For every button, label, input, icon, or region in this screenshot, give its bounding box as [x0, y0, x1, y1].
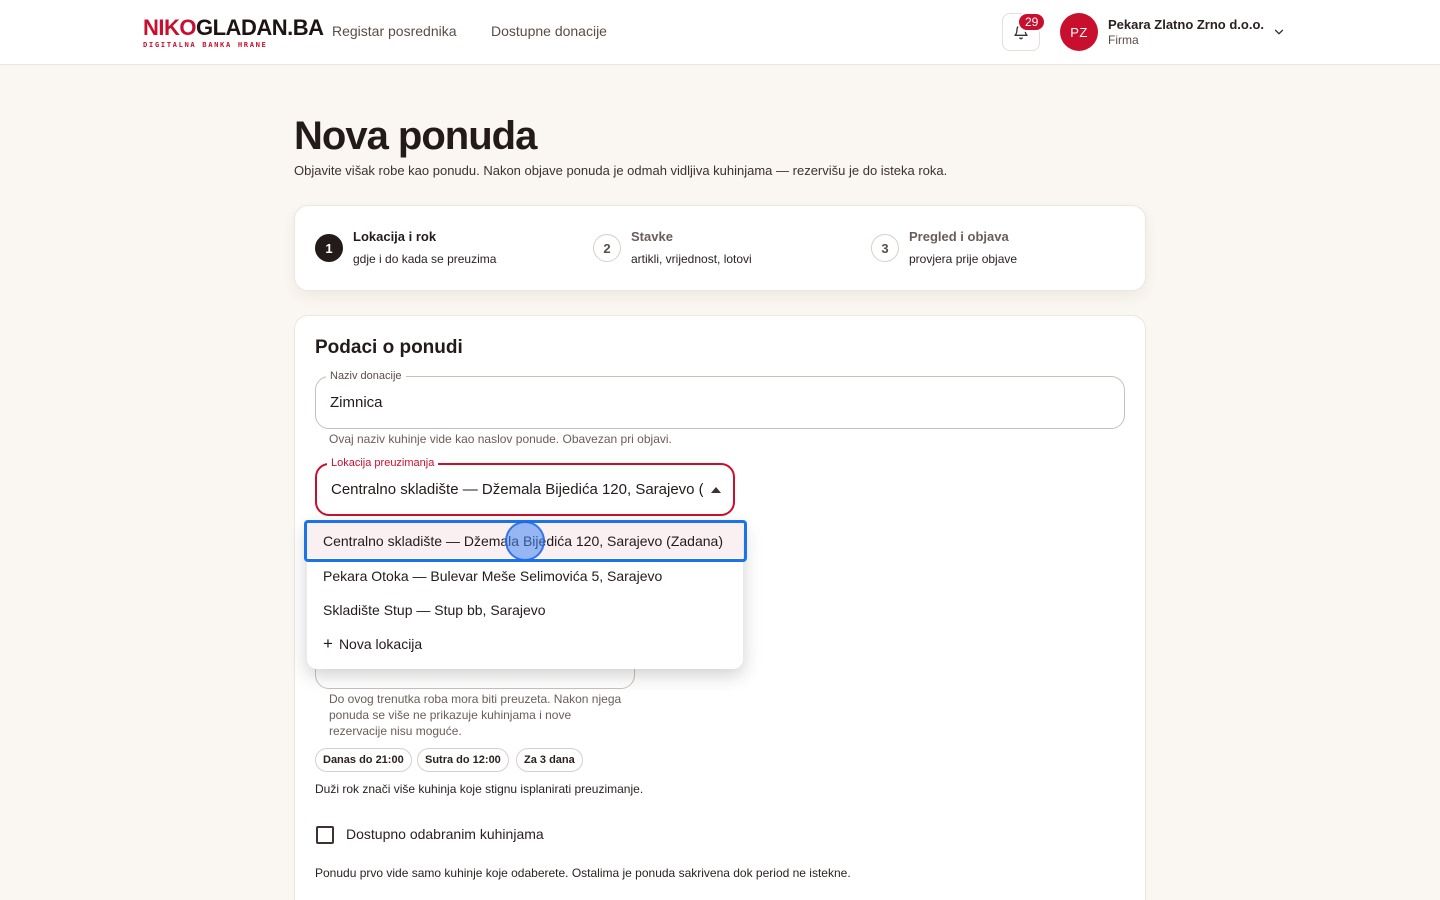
stepper: 1 Lokacija i rok gdje i do kada se preuz… — [294, 205, 1146, 291]
user-role: Firma — [1108, 33, 1139, 47]
step-description: provjera prije objave — [909, 252, 1018, 266]
step-lokacija[interactable]: 1 Lokacija i rok gdje i do kada se preuz… — [315, 206, 575, 292]
step-stavke[interactable]: 2 Stavke artikli, vrijednost, lotovi — [593, 206, 853, 292]
chip-tomorrow[interactable]: Sutra do 12:00 — [417, 748, 509, 772]
logo-part2: GLADAN.BA — [196, 15, 324, 40]
form-title: Podaci o ponudi — [315, 337, 463, 358]
logo[interactable]: NIKOGLADAN.BA DIGITALNA BANKA HRANE — [143, 17, 324, 50]
location-option[interactable]: Pekara Otoka — Bulevar Meše Selimovića 5… — [307, 558, 743, 593]
user-name[interactable]: Pekara Zlatno Zrno d.o.o. — [1108, 17, 1264, 32]
chevron-down-icon[interactable] — [1272, 25, 1286, 39]
field-value: Zimnica — [330, 394, 383, 411]
checkbox-note: Ponudu prvo vide samo kuhinje koje odabe… — [315, 866, 851, 880]
location-option[interactable]: Skladište Stup — Stup bb, Sarajevo — [307, 592, 743, 627]
logo-part1: NIKO — [143, 15, 197, 40]
donation-name-field[interactable]: Naziv donacije Zimnica — [315, 370, 1125, 429]
page-subtitle: Objavite višak robe kao ponudu. Nakon ob… — [294, 163, 948, 178]
avatar[interactable]: PZ — [1060, 13, 1098, 51]
add-location-option[interactable]: + Nova lokacija — [307, 626, 743, 661]
nav-dostupne-donacije[interactable]: Dostupne donacije — [491, 23, 607, 39]
step-pregled[interactable]: 3 Pregled i objava provjera prije objave — [871, 206, 1131, 292]
location-option[interactable]: Centralno skladište — Džemala Bijedića 1… — [307, 523, 743, 558]
step-description: gdje i do kada se preuzima — [353, 252, 497, 266]
chip-today[interactable]: Danas do 21:00 — [315, 748, 412, 772]
nav-registar-posrednika[interactable]: Registar posrednika — [332, 23, 457, 39]
selected-kitchens-checkbox[interactable] — [316, 826, 334, 844]
page-title: Nova ponuda — [294, 114, 537, 158]
notification-count-badge: 29 — [1017, 12, 1047, 32]
step-title: Lokacija i rok — [353, 229, 437, 244]
logo-subtitle: DIGITALNA BANKA HRANE — [143, 40, 268, 49]
field-value: Centralno skladište — Džemala Bijedića 1… — [331, 481, 703, 498]
field-label: Naziv donacije — [326, 370, 406, 383]
caret-up-icon — [711, 487, 721, 493]
chip-three-days[interactable]: Za 3 dana — [516, 748, 583, 772]
chips-note: Duži rok znači više kuhinja koje stignu … — [315, 782, 644, 796]
add-location-label: Nova lokacija — [338, 635, 423, 652]
plus-icon: + — [323, 633, 333, 653]
field-label: Lokacija preuzimanja — [327, 457, 439, 470]
checkbox-label[interactable]: Dostupno odabranim kuhinjama — [346, 826, 544, 842]
deadline-helper: Do ovog trenutka roba mora biti preuzeta… — [329, 692, 622, 738]
step-number: 1 — [315, 234, 343, 262]
step-description: artikli, vrijednost, lotovi — [631, 252, 752, 266]
step-number: 3 — [871, 234, 899, 262]
step-number: 2 — [593, 234, 621, 262]
step-title: Stavke — [631, 229, 673, 244]
pickup-location-select[interactable]: Lokacija preuzimanja Centralno skladište… — [315, 457, 735, 516]
logo-text: NIKOGLADAN.BA — [143, 17, 324, 39]
step-title: Pregled i objava — [909, 229, 1009, 244]
location-dropdown-menu: Centralno skladište — Džemala Bijedića 1… — [307, 521, 743, 669]
donation-name-helper: Ovaj naziv kuhinje vide kao naslov ponud… — [329, 432, 672, 446]
